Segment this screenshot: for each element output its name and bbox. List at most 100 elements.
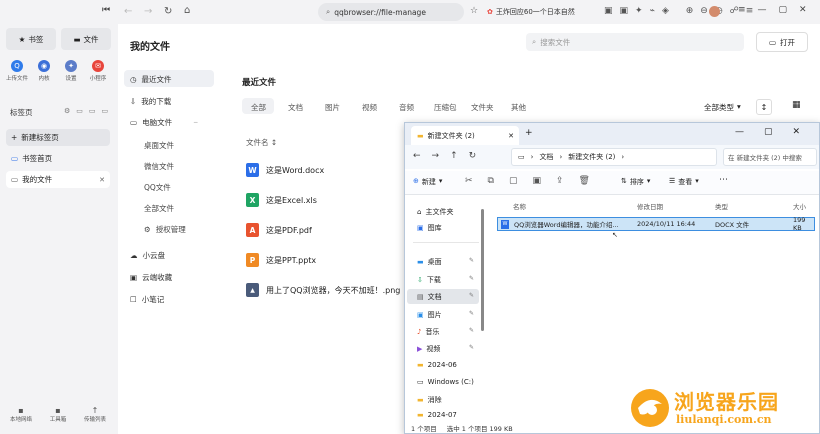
nav-notes[interactable]: ☐ 小笔记 — [130, 294, 164, 305]
new-tab-icon[interactable]: + — [525, 128, 533, 138]
bookmark-star-icon[interactable]: ☆ — [470, 6, 478, 16]
file-row-word[interactable]: W 这是Word.docx — [246, 163, 324, 177]
tabs-section-label: 标签页 — [10, 108, 33, 117]
reload-icon[interactable]: ↻ — [164, 6, 172, 17]
more-icon[interactable]: ⋯ — [719, 175, 728, 185]
list-header-filename[interactable]: 文件名 ↕ — [246, 137, 277, 148]
tab-my-files[interactable]: ▭ 我的文件 ✕ — [6, 171, 110, 188]
bookmarks-button[interactable]: ★ 书签 — [6, 28, 56, 50]
explorer-search-input[interactable]: 在 新建文件夹 (2) 中搜索 — [723, 148, 817, 166]
close-tab-icon[interactable]: ✕ — [508, 132, 514, 140]
nav-folder-2024-06[interactable]: ▬ 2024-06 — [417, 361, 475, 369]
nav-videos[interactable]: ▶ 视频 — [417, 344, 475, 354]
tool-kernel[interactable]: ◉ 内核 — [33, 60, 55, 82]
nav-desktop[interactable]: ▬ 桌面 — [417, 257, 475, 267]
filter-folders[interactable]: 文件夹 — [471, 102, 494, 113]
explorer-tab[interactable]: ▬ 新建文件夹 (2) ✕ — [411, 126, 519, 145]
column-name[interactable]: 名称 — [513, 201, 526, 211]
watermark-url: liulanqi.com.cn — [676, 413, 772, 426]
type-dropdown[interactable]: 全部类型 ▾ — [704, 102, 741, 113]
bottom-toolbox[interactable]: ▪ 工具箱 — [45, 406, 71, 423]
view-button[interactable]: ☰ 查看 ▾ — [669, 177, 699, 187]
collapse-sidebar-icon[interactable]: ⏮ — [102, 5, 110, 15]
new-tab-button[interactable]: + 新建标签页 — [6, 129, 110, 146]
nav-authorization[interactable]: ⚙ 授权管理 — [144, 224, 186, 235]
filter-images[interactable]: 图片 — [325, 102, 340, 113]
filter-audio[interactable]: 音频 — [399, 102, 414, 113]
view-toggle-icon[interactable]: ▦ — [792, 100, 801, 110]
watermark-title: 浏览器乐园 — [674, 390, 779, 414]
note-icon: ☐ — [130, 295, 137, 304]
sort-icon: ⇅ — [621, 177, 627, 185]
nav-pictures[interactable]: ▣ 图片 — [417, 310, 475, 320]
column-modified[interactable]: 修改日期 — [637, 201, 663, 211]
files-button[interactable]: ▬ 文件 — [61, 28, 111, 50]
monitor-icon: ▭ — [518, 153, 525, 161]
sort-button[interactable]: ⇅ 排序 ▾ — [621, 177, 650, 187]
nav-cloud-favorites[interactable]: ▣ 云端收藏 — [130, 272, 172, 283]
filter-all[interactable]: 全部 — [251, 102, 266, 113]
excel-icon: X — [246, 193, 259, 207]
toolbox-icon: ▪ — [55, 406, 61, 415]
tool-miniapp[interactable]: ✉ 小程序 — [87, 60, 109, 82]
file-row-pdf[interactable]: A 这是PDF.pdf — [246, 223, 312, 237]
nav-gallery[interactable]: ▣ 图库 — [417, 223, 475, 233]
chevron-down-icon: ▾ — [646, 177, 651, 185]
nav-home[interactable]: ⌂ 主文件夹 — [417, 207, 475, 217]
forward-icon[interactable]: → — [144, 6, 152, 17]
nav-my-downloads[interactable]: ⇩ 我的下载 — [130, 96, 171, 107]
filter-docs[interactable]: 文档 — [288, 102, 303, 113]
close-tab-icon[interactable]: ✕ — [99, 176, 105, 184]
upload-arrow-icon: ↑ — [91, 406, 99, 415]
filter-other[interactable]: 其他 — [511, 102, 526, 113]
nav-wechat-files[interactable]: 微信文件 — [144, 161, 174, 172]
nav-folder-clear[interactable]: ▬ 消除 — [417, 395, 475, 405]
window-controls[interactable]: —▢✕ — [735, 127, 819, 137]
tab-bookmark-home[interactable]: ▭ 书签首页 — [6, 150, 110, 167]
collapse-icon[interactable]: − — [193, 119, 198, 126]
nav-all-files[interactable]: 全部文件 — [144, 203, 174, 214]
page-icon: ▭ — [11, 175, 19, 184]
cloud-icon: ☁ — [130, 251, 138, 260]
bottom-local-network[interactable]: ▪ 本地网络 — [8, 406, 34, 423]
filter-archives[interactable]: 压缩包 — [434, 102, 457, 113]
window-controls[interactable]: ≡—▢✕ — [738, 5, 819, 15]
nav-qq-files[interactable]: QQ文件 — [144, 182, 171, 193]
new-button[interactable]: ⊕ 新建 ▾ — [413, 177, 442, 187]
file-row-ppt[interactable]: P 这是PPT.pptx — [246, 253, 316, 267]
news-ticker[interactable]: ✿ 王炸回应60一个日本自然 — [481, 3, 593, 21]
nav-drive-c[interactable]: ▭ Windows (C:) — [417, 378, 475, 386]
bottom-transfer-list[interactable]: ↑ 传输列表 — [82, 406, 108, 423]
search-input[interactable]: ⌕ 搜索文件 — [526, 33, 744, 51]
filter-videos[interactable]: 视频 — [362, 102, 377, 113]
column-type[interactable]: 类型 — [715, 201, 728, 211]
folder-icon: ▬ — [417, 396, 424, 404]
nav-recent-files[interactable]: ◷ 最近文件 — [130, 74, 172, 85]
nav-documents[interactable]: ▤ 文档 — [417, 292, 475, 302]
tool-settings[interactable]: ✦ 设置 — [60, 60, 82, 82]
nav-arrows[interactable]: ←→↑↻ — [413, 151, 487, 161]
address-bar[interactable]: ▭ › 文档 › 新建文件夹 (2) › — [511, 148, 717, 166]
file-row-excel[interactable]: X 这是Excel.xls — [246, 193, 317, 207]
extension-icons[interactable]: ▣▣✦⌁◈ ⊕⊖◷☍≡ — [604, 6, 760, 16]
address-bar[interactable]: ⌕ qqbrowser://file-manage — [318, 3, 464, 21]
back-icon[interactable]: ← — [124, 6, 132, 17]
nav-desktop-files[interactable]: 桌面文件 — [144, 140, 174, 151]
monitor-icon: ▭ — [130, 118, 138, 127]
nav-computer-files[interactable]: ▭ 电脑文件 − — [130, 117, 198, 128]
nav-folder-2024-07[interactable]: ▬ 2024-07 — [417, 411, 475, 419]
file-row-selected[interactable]: W QQ浏览器Word编辑器，功能介绍... 2024/10/11 16:44 … — [497, 216, 815, 232]
tool-upload[interactable]: Q 上传文件 — [6, 60, 28, 82]
nav-cloud-disk[interactable]: ☁ 小云盘 — [130, 250, 165, 261]
nav-scrollbar[interactable] — [481, 209, 484, 331]
home-icon[interactable]: ⌂ — [184, 5, 190, 16]
column-size[interactable]: 大小 — [793, 201, 806, 211]
nav-music[interactable]: ♪ 音乐 — [417, 327, 475, 337]
tab-tools-icons[interactable]: ⚙▭▭▭ — [64, 107, 114, 115]
nav-downloads[interactable]: ⇩ 下载 — [417, 275, 475, 285]
open-button[interactable]: ▭ 打开 — [756, 32, 808, 52]
sort-icon[interactable]: ↕ — [756, 99, 772, 115]
file-row-png[interactable]: ▲ 用上了QQ浏览器，今天不加班！.png — [246, 283, 400, 297]
edit-icons[interactable]: ✂⧉▢▣⇪🗑 — [465, 176, 605, 186]
avatar[interactable] — [709, 6, 720, 17]
